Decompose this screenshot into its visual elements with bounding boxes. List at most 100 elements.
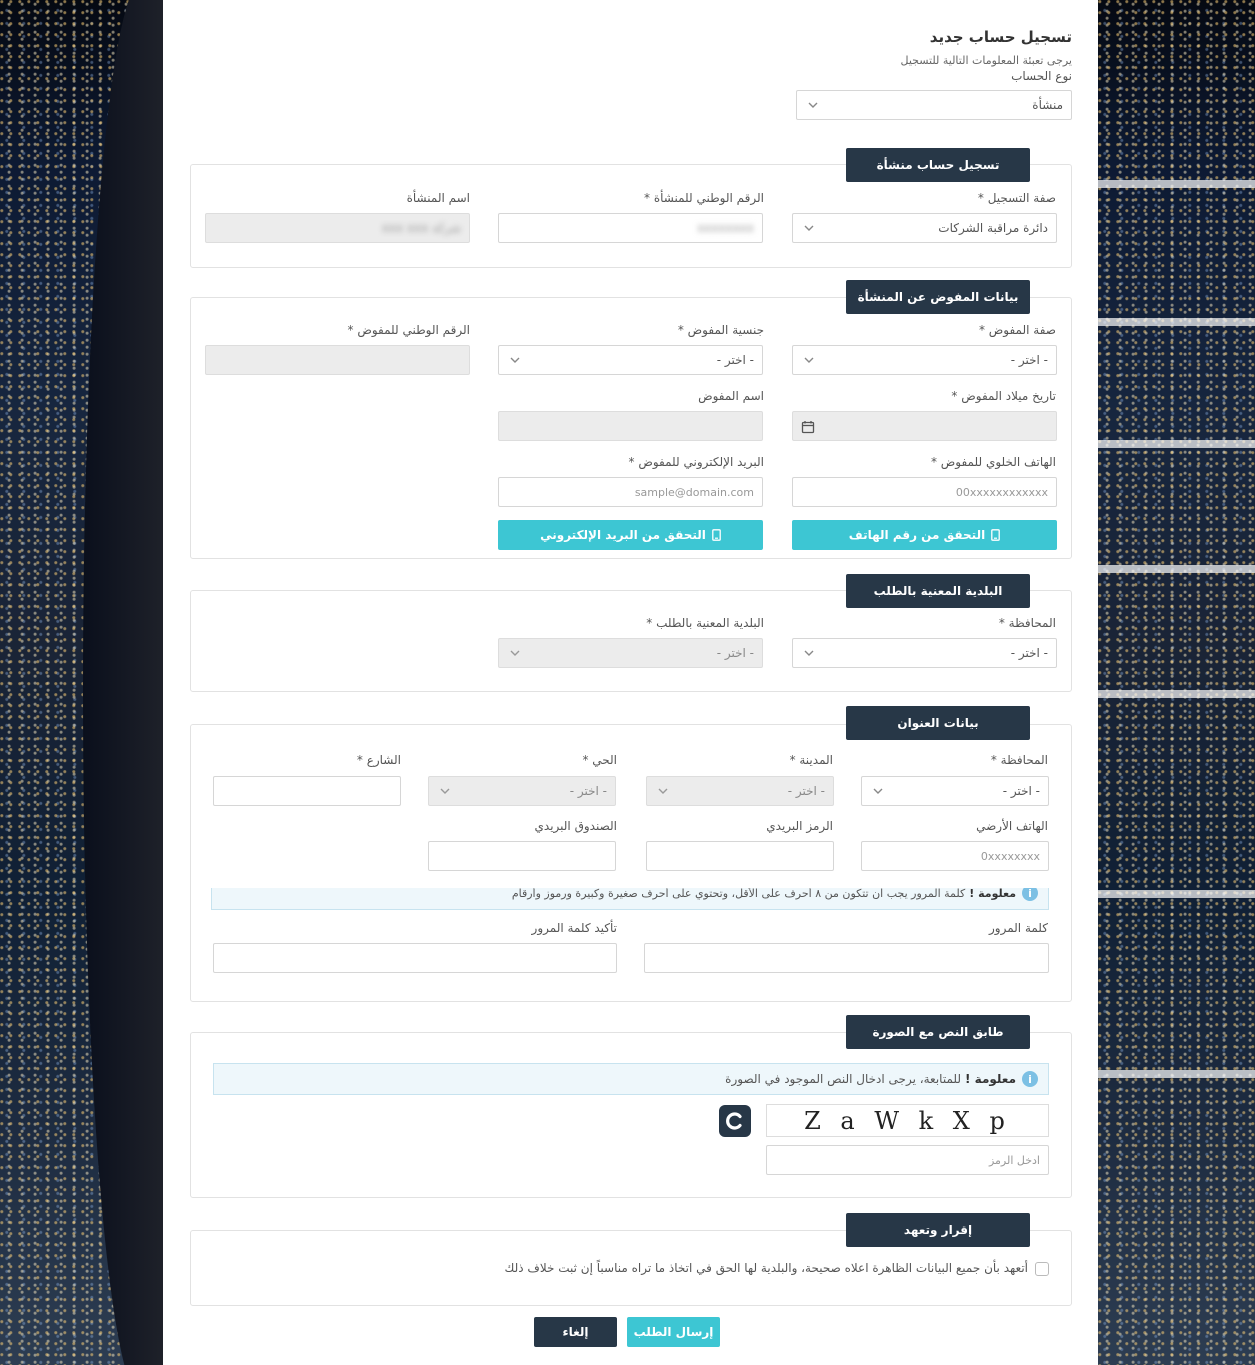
captcha-image: Z a W k X p bbox=[766, 1104, 1049, 1137]
address-street-label: الشارع * bbox=[356, 753, 401, 767]
address-city-select[interactable]: - اختر - bbox=[646, 776, 834, 806]
registration-form: تسجيل حساب جديد يرجى تعبئة المعلومات الت… bbox=[163, 0, 1098, 1365]
account-type-label: نوع الحساب bbox=[1011, 69, 1072, 83]
background-city-left bbox=[0, 0, 163, 1365]
address-pobox-label: الصندوق البريدي bbox=[534, 819, 618, 833]
delegate-nationality-label: جنسية المفوض * bbox=[677, 323, 764, 337]
address-city-label: المدينة * bbox=[789, 753, 833, 767]
mobile-icon bbox=[991, 529, 1001, 541]
account-type-select[interactable]: منشأة bbox=[796, 90, 1072, 120]
chevron-down-icon bbox=[658, 788, 668, 794]
facility-heading: تسجيل حساب منشأة bbox=[846, 148, 1030, 182]
delegate-email-input[interactable]: sample@domain.com bbox=[498, 477, 763, 507]
captcha-info-bold: معلومة ! bbox=[965, 1072, 1016, 1086]
municipality-heading: البلدية المعنية بالطلب bbox=[846, 574, 1030, 608]
chevron-down-icon bbox=[873, 788, 883, 794]
municipality-select[interactable]: - اختر - bbox=[498, 638, 763, 668]
address-street-input[interactable] bbox=[213, 776, 401, 806]
delegate-email-label: البريد الإلكتروني للمفوض * bbox=[628, 455, 765, 469]
municipality-label: البلدية المعنية بالطلب * bbox=[646, 616, 764, 630]
declaration-checkbox[interactable] bbox=[1035, 1262, 1049, 1276]
password-note: i معلومة ! كلمة المرور يجب ان تتكون من ٨… bbox=[211, 888, 1049, 910]
address-district-select[interactable]: - اختر - bbox=[428, 776, 616, 806]
password-input[interactable] bbox=[644, 943, 1049, 973]
facility-name-label: اسم المنشأة bbox=[406, 191, 470, 205]
delegate-national-no-label: الرقم الوطني للمفوض * bbox=[347, 323, 470, 337]
reg-capacity-label: صفة التسجيل * bbox=[977, 191, 1056, 205]
address-governorate-value: - اختر - bbox=[1002, 784, 1040, 798]
address-city-value: - اختر - bbox=[787, 784, 825, 798]
delegate-nationality-select[interactable]: - اختر - bbox=[498, 345, 763, 375]
chevron-down-icon bbox=[804, 650, 814, 656]
password-note-clip: i معلومة ! كلمة المرور يجب ان تتكون من ٨… bbox=[211, 888, 1049, 912]
password-note-text: كلمة المرور يجب ان تتكون من ٨ أحرف على ا… bbox=[511, 888, 966, 900]
address-governorate-label: المحافظة * bbox=[990, 753, 1048, 767]
municipality-value: - اختر - bbox=[716, 646, 754, 660]
delegate-capacity-select[interactable]: - اختر - bbox=[792, 345, 1057, 375]
municipality-governorate-label: المحافظة * bbox=[998, 616, 1056, 630]
facility-national-no-value: xxxxxxxx bbox=[697, 221, 754, 235]
chevron-down-icon bbox=[804, 225, 814, 231]
submit-button[interactable]: إرسال الطلب bbox=[627, 1317, 720, 1347]
delegate-name-label: اسم المفوض bbox=[698, 389, 764, 403]
captcha-code: Z a W k X p bbox=[804, 1106, 1011, 1135]
captcha-info: i معلومة ! للمتابعة، يرجى ادخال النص الم… bbox=[213, 1063, 1049, 1095]
confirm-password-label: تأكيد كلمة المرور bbox=[531, 921, 617, 935]
password-label: كلمة المرور bbox=[988, 921, 1048, 935]
captcha-heading: طابق النص مع الصورة bbox=[846, 1015, 1030, 1049]
chevron-down-icon bbox=[804, 357, 814, 363]
facility-national-no-input[interactable]: xxxxxxxx bbox=[498, 213, 763, 243]
captcha-input[interactable]: ادخل الرمز bbox=[766, 1145, 1049, 1175]
reg-capacity-select[interactable]: دائرة مراقبة الشركات bbox=[792, 213, 1057, 243]
address-district-label: الحي * bbox=[582, 753, 617, 767]
delegate-birthdate-label: تاريخ ميلاد المفوض * bbox=[951, 389, 1056, 403]
chevron-down-icon bbox=[808, 102, 818, 108]
captcha-info-text: للمتابعة، يرجى ادخال النص الموجود في الص… bbox=[725, 1072, 962, 1086]
delegate-email-placeholder: sample@domain.com bbox=[634, 485, 754, 499]
facility-name-input[interactable]: شركة xxx xxx bbox=[205, 213, 470, 243]
cancel-button[interactable]: إلغاء bbox=[534, 1317, 617, 1347]
delegate-capacity-label: صفة المفوض * bbox=[978, 323, 1056, 337]
page-title: تسجيل حساب جديد bbox=[929, 28, 1072, 46]
facility-national-no-label: الرقم الوطني للمنشأة * bbox=[644, 191, 764, 205]
captcha-refresh-button[interactable] bbox=[719, 1105, 751, 1137]
address-pobox-input[interactable] bbox=[428, 841, 616, 871]
address-governorate-select[interactable]: - اختر - bbox=[861, 776, 1049, 806]
delegate-name-input[interactable] bbox=[498, 411, 763, 441]
delegate-birthdate-input[interactable] bbox=[792, 411, 1057, 441]
account-type-value: منشأة bbox=[1032, 98, 1063, 112]
address-landline-placeholder: 0xxxxxxxx bbox=[980, 849, 1040, 863]
verify-phone-label: التحقق من رقم الهاتف bbox=[848, 528, 986, 542]
declaration-heading: إقرار وتعهد bbox=[846, 1213, 1030, 1247]
mobile-icon bbox=[712, 529, 721, 541]
info-icon: i bbox=[1022, 1071, 1038, 1087]
verify-phone-button[interactable]: التحقق من رقم الهاتف bbox=[792, 520, 1057, 550]
info-icon: i bbox=[1022, 888, 1038, 901]
calendar-icon[interactable] bbox=[801, 420, 815, 434]
municipality-governorate-value: - اختر - bbox=[1010, 646, 1048, 660]
verify-email-button[interactable]: التحقق من البريد الإلكتروني bbox=[498, 520, 763, 550]
refresh-icon bbox=[726, 1112, 742, 1130]
chevron-down-icon bbox=[510, 650, 520, 656]
delegate-capacity-value: - اختر - bbox=[1010, 353, 1048, 367]
delegate-mobile-placeholder: 00xxxxxxxxxxxx bbox=[955, 485, 1048, 499]
delegate-national-no-input[interactable] bbox=[205, 345, 470, 375]
address-heading: بيانات العنوان bbox=[846, 706, 1030, 740]
captcha-input-placeholder: ادخل الرمز bbox=[988, 1153, 1040, 1167]
chevron-down-icon bbox=[510, 357, 520, 363]
delegate-nationality-value: - اختر - bbox=[716, 353, 754, 367]
address-landline-label: الهاتف الأرضي bbox=[976, 819, 1048, 833]
password-note-bold: معلومة ! bbox=[969, 888, 1016, 900]
confirm-password-input[interactable] bbox=[213, 943, 617, 973]
address-postal-label: الرمز البريدي bbox=[766, 819, 833, 833]
delegate-heading: بيانات المفوض عن المنشأة bbox=[846, 280, 1030, 314]
municipality-governorate-select[interactable]: - اختر - bbox=[792, 638, 1057, 668]
address-landline-input[interactable]: 0xxxxxxxx bbox=[861, 841, 1049, 871]
address-postal-input[interactable] bbox=[646, 841, 834, 871]
address-district-value: - اختر - bbox=[569, 784, 607, 798]
delegate-mobile-input[interactable]: 00xxxxxxxxxxxx bbox=[792, 477, 1057, 507]
delegate-mobile-label: الهاتف الخلوي للمفوض * bbox=[930, 455, 1056, 469]
verify-email-label: التحقق من البريد الإلكتروني bbox=[540, 528, 706, 542]
background-city-right bbox=[1098, 0, 1255, 1365]
page-subtitle: يرجى تعبئة المعلومات التالية للتسجيل bbox=[900, 54, 1072, 67]
